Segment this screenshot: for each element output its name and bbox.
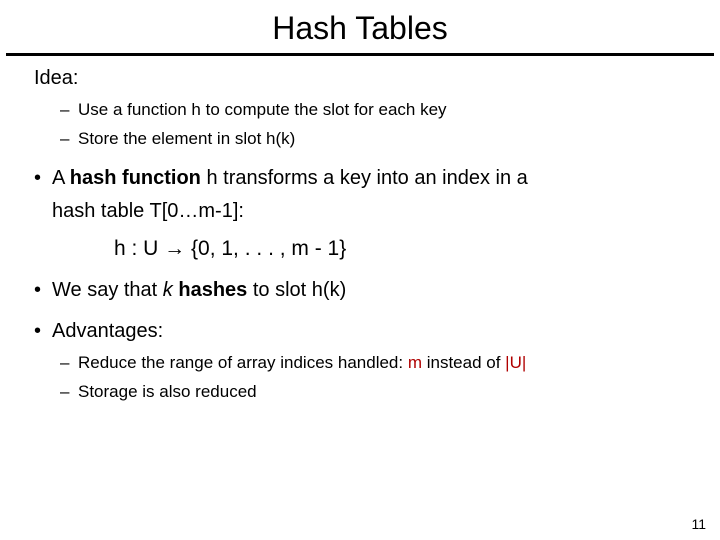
bullet-icon: • <box>34 278 52 303</box>
text: We say that <box>52 279 163 301</box>
text: Reduce the range of array indices handle… <box>78 353 408 372</box>
sub-bullet-1: –Use a function h to compute the slot fo… <box>60 99 686 120</box>
sub-bullet-2: –Store the element in slot h(k) <box>60 128 686 149</box>
code-hk: h(k) <box>312 279 346 301</box>
text: hash table <box>52 200 150 222</box>
text: Store the element in slot <box>78 129 266 148</box>
bullet-hash-function-cont: hash table T[0…m-1]: <box>52 199 686 224</box>
text: to compute the slot for each key <box>201 100 447 119</box>
hash-formula: h : U → {0, 1, . . . , m - 1} <box>114 236 686 262</box>
var-u: |U| <box>505 353 526 372</box>
dash-icon: – <box>60 128 78 149</box>
text: instead of <box>422 353 505 372</box>
text: A <box>52 167 70 189</box>
bullet-advantages: •Advantages: <box>34 319 686 344</box>
var-k: k <box>163 279 173 301</box>
bold-hash-function: hash function <box>70 167 201 189</box>
bullet-icon: • <box>34 166 52 191</box>
code-t: T[0…m-1]: <box>150 200 244 222</box>
title-rule <box>6 53 714 56</box>
bullet-icon: • <box>34 319 52 344</box>
text: Advantages: <box>52 320 163 342</box>
page-number: 11 <box>691 516 706 532</box>
slide-title: Hash Tables <box>0 0 720 53</box>
bullet-hashes-to: •We say that k hashes to slot h(k) <box>34 278 686 303</box>
adv-sub-1: –Reduce the range of array indices handl… <box>60 352 686 373</box>
dash-icon: – <box>60 381 78 402</box>
slide: Hash Tables Idea: –Use a function h to c… <box>0 0 720 540</box>
bold-hashes: hashes <box>178 279 247 301</box>
idea-heading: Idea: <box>34 66 686 91</box>
dash-icon: – <box>60 352 78 373</box>
var-m: m <box>408 353 422 372</box>
code-hk: h(k) <box>266 129 295 148</box>
text: to slot <box>247 279 311 301</box>
code-h: h <box>191 100 200 119</box>
bullet-hash-function: •A hash function h transforms a key into… <box>34 166 686 191</box>
text: Use a function <box>78 100 191 119</box>
text: Storage is also reduced <box>78 382 257 401</box>
slide-body: Idea: –Use a function h to compute the s… <box>0 66 720 402</box>
dash-icon: – <box>60 99 78 120</box>
adv-sub-2: –Storage is also reduced <box>60 381 686 402</box>
text: h transforms a key into an index in a <box>201 167 528 189</box>
